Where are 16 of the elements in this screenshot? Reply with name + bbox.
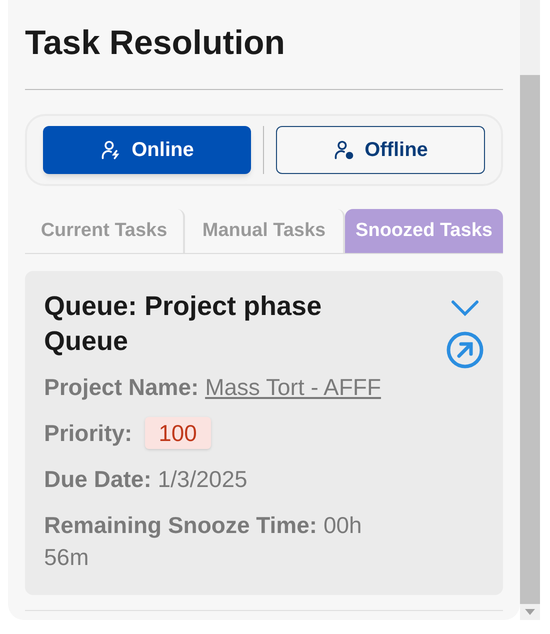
user-bolt-icon: [100, 139, 122, 161]
user-blocked-icon: [332, 139, 355, 161]
task-field: Priority: 100: [44, 417, 394, 449]
page-title: Task Resolution: [25, 23, 286, 64]
priority-badge: 100: [144, 417, 211, 449]
task-field: Remaining Snooze Time: 00h 56m: [44, 509, 394, 573]
online-button[interactable]: Online: [43, 126, 250, 174]
task-field: Project Name: Mass Tort - AFFF: [44, 371, 394, 403]
open-arrow-circle-icon[interactable]: [446, 331, 484, 369]
tab[interactable]: Current Tasks: [25, 209, 185, 253]
task-field: Due Date: 1/3/2025: [44, 463, 394, 495]
chevron-down-icon[interactable]: [450, 299, 480, 317]
project-link[interactable]: Mass Tort - AFFF: [205, 374, 381, 400]
task-title: Queue: Project phase Queue: [44, 290, 323, 358]
tab[interactable]: Snoozed Tasks: [345, 209, 503, 253]
offline-button[interactable]: Offline: [276, 126, 485, 174]
